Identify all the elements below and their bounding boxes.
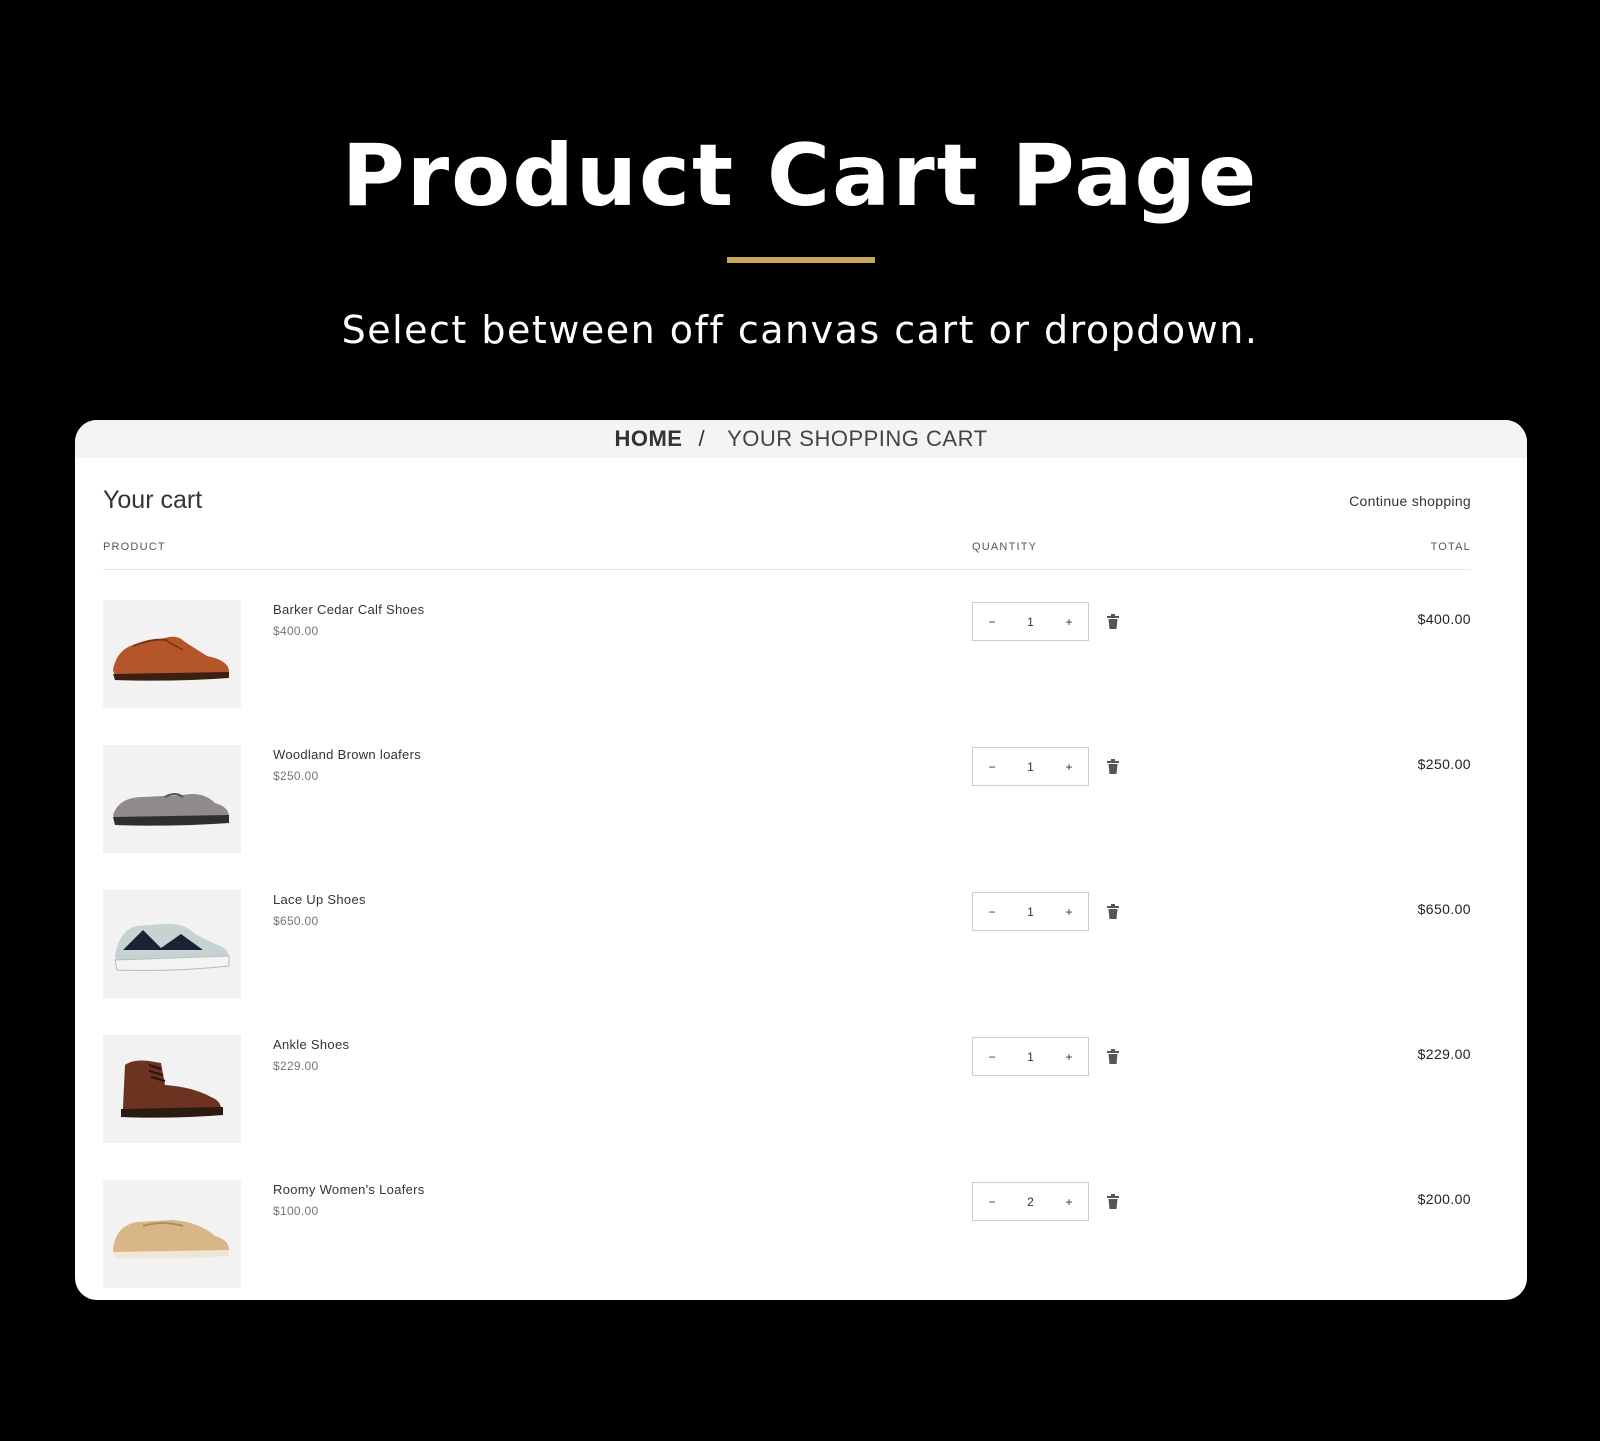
- column-header-total: TOTAL: [1430, 541, 1471, 553]
- breadcrumb-current: YOUR SHOPPING CART: [727, 426, 988, 451]
- trash-icon[interactable]: [1106, 614, 1120, 630]
- quantity-stepper: − 1 +: [972, 602, 1089, 641]
- cart-page-card: HOME / YOUR SHOPPING CART Your cart Cont…: [75, 420, 1527, 1300]
- product-unit-price: $100.00: [273, 1204, 319, 1218]
- line-total: $200.00: [1417, 1191, 1471, 1207]
- increase-quantity-button[interactable]: +: [1050, 1038, 1088, 1075]
- decrease-quantity-button[interactable]: −: [973, 1038, 1011, 1075]
- product-image-tan-loafer[interactable]: [103, 1180, 241, 1288]
- line-total: $250.00: [1417, 756, 1471, 772]
- cart-item-row: Ankle Shoes $229.00 − 1 + $229.00: [103, 1035, 1471, 1145]
- decrease-quantity-button[interactable]: −: [973, 1183, 1011, 1220]
- increase-quantity-button[interactable]: +: [1050, 603, 1088, 640]
- trash-icon[interactable]: [1106, 1194, 1120, 1210]
- line-total: $229.00: [1417, 1046, 1471, 1062]
- quantity-stepper: − 1 +: [972, 892, 1089, 931]
- column-header-product: PRODUCT: [103, 541, 166, 553]
- product-image-ankle-boot[interactable]: [103, 1035, 241, 1143]
- quantity-value[interactable]: 1: [1011, 603, 1050, 640]
- product-unit-price: $250.00: [273, 769, 319, 783]
- line-total: $650.00: [1417, 901, 1471, 917]
- decrease-quantity-button[interactable]: −: [973, 748, 1011, 785]
- breadcrumb-home-link[interactable]: HOME: [614, 426, 682, 452]
- product-unit-price: $229.00: [273, 1059, 319, 1073]
- quantity-value[interactable]: 1: [1011, 748, 1050, 785]
- product-image-grey-loafer[interactable]: [103, 745, 241, 853]
- trash-icon[interactable]: [1106, 759, 1120, 775]
- decrease-quantity-button[interactable]: −: [973, 893, 1011, 930]
- increase-quantity-button[interactable]: +: [1050, 893, 1088, 930]
- continue-shopping-link[interactable]: Continue shopping: [1349, 493, 1471, 509]
- product-image-sneaker[interactable]: [103, 890, 241, 998]
- product-name[interactable]: Ankle Shoes: [273, 1037, 349, 1052]
- product-name[interactable]: Lace Up Shoes: [273, 892, 366, 907]
- quantity-value[interactable]: 1: [1011, 893, 1050, 930]
- cart-item-row: Woodland Brown loafers $250.00 − 1 + $25…: [103, 745, 1471, 855]
- quantity-value[interactable]: 1: [1011, 1038, 1050, 1075]
- product-unit-price: $650.00: [273, 914, 319, 928]
- cart-title: Your cart: [103, 486, 203, 514]
- breadcrumb-separator: /: [698, 426, 706, 451]
- cart-item-row: Roomy Women's Loafers $100.00 − 2 + $200…: [103, 1180, 1471, 1290]
- quantity-stepper: − 2 +: [972, 1182, 1089, 1221]
- page-subtitle: Select between off canvas cart or dropdo…: [341, 308, 1259, 352]
- column-header-quantity: QUANTITY: [972, 541, 1038, 553]
- title-accent-rule: [727, 257, 875, 263]
- decrease-quantity-button[interactable]: −: [973, 603, 1011, 640]
- trash-icon[interactable]: [1106, 904, 1120, 920]
- cart-item-row: Lace Up Shoes $650.00 − 1 + $650.00: [103, 890, 1471, 1000]
- product-image-brown-oxford-shoe[interactable]: [103, 600, 241, 708]
- quantity-value[interactable]: 2: [1011, 1183, 1050, 1220]
- increase-quantity-button[interactable]: +: [1050, 1183, 1088, 1220]
- page-title: Product Cart Page: [341, 126, 1259, 226]
- quantity-stepper: − 1 +: [972, 747, 1089, 786]
- header-divider: [103, 569, 1471, 570]
- product-name[interactable]: Roomy Women's Loafers: [273, 1182, 425, 1197]
- product-name[interactable]: Barker Cedar Calf Shoes: [273, 602, 424, 617]
- increase-quantity-button[interactable]: +: [1050, 748, 1088, 785]
- cart-item-row: Barker Cedar Calf Shoes $400.00 − 1 + $4…: [103, 600, 1471, 710]
- breadcrumb: HOME / YOUR SHOPPING CART: [75, 420, 1527, 458]
- quantity-stepper: − 1 +: [972, 1037, 1089, 1076]
- line-total: $400.00: [1417, 611, 1471, 627]
- product-name[interactable]: Woodland Brown loafers: [273, 747, 421, 762]
- trash-icon[interactable]: [1106, 1049, 1120, 1065]
- product-unit-price: $400.00: [273, 624, 319, 638]
